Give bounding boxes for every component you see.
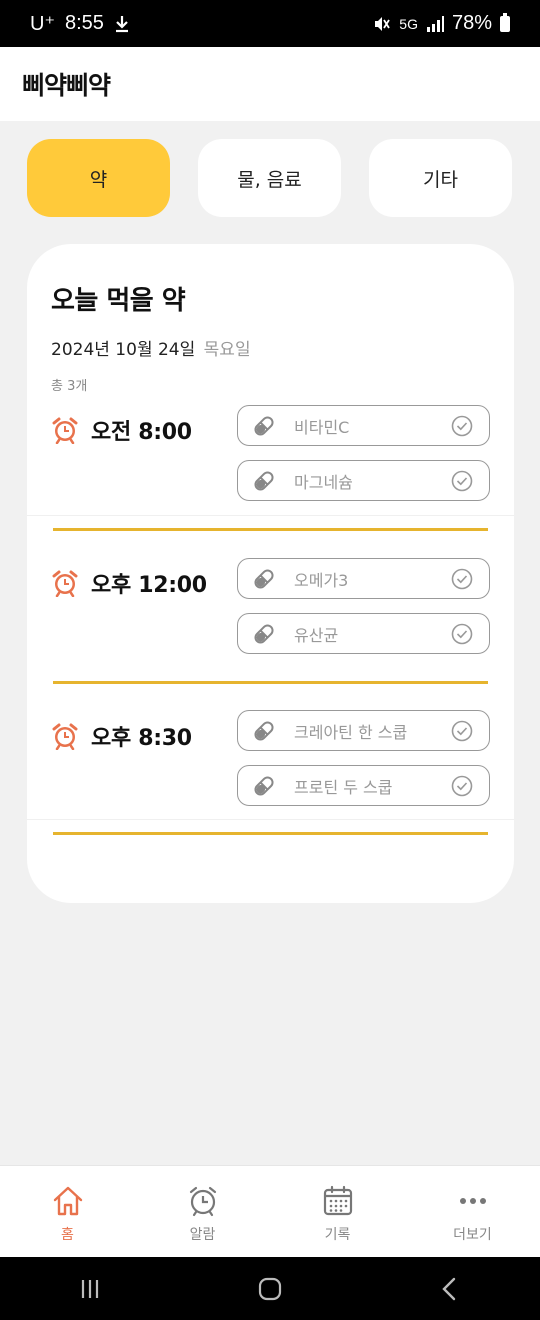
- medicine-item[interactable]: 오메가3: [237, 558, 490, 599]
- clock-time: 8:55: [65, 12, 104, 34]
- carrier-label: U⁺: [30, 13, 55, 35]
- nav-label: 알람: [189, 1227, 216, 1243]
- nav-label: 기록: [324, 1227, 351, 1243]
- slot-time: 오후 8:30: [51, 720, 192, 752]
- slot-time-label: 오후 12:00: [91, 573, 207, 598]
- slot-divider: [53, 832, 488, 835]
- status-bar: U⁺ 8:55 5G 78%: [0, 0, 540, 47]
- medicine-item[interactable]: 크레아틴 한 스쿱: [237, 710, 490, 751]
- medicine-name: 오메가3: [294, 570, 349, 590]
- date-text: 2024년 10월 24일: [51, 340, 196, 360]
- app-header: 삐약삐약: [0, 47, 540, 121]
- pill-icon: [254, 568, 274, 589]
- alarm-clock-icon: [52, 723, 78, 750]
- medicine-item[interactable]: 유산균: [237, 613, 490, 654]
- home-button-icon[interactable]: [255, 1274, 285, 1304]
- nav-records[interactable]: 기록: [270, 1166, 405, 1257]
- alarm-clock-icon: [52, 570, 78, 597]
- check-circle-icon[interactable]: [451, 470, 473, 492]
- medicine-item[interactable]: 마그네슘: [237, 460, 490, 501]
- medicine-name: 마그네슘: [294, 472, 353, 492]
- today-medicine-card: 오늘 먹을 약 2024년 10월 24일 목요일 총 3개 오전 8:00 비…: [27, 244, 514, 903]
- medicine-name: 유산균: [294, 625, 339, 645]
- slot-time: 오전 8:00: [51, 414, 192, 446]
- battery-icon: [500, 12, 510, 32]
- nav-label: 더보기: [453, 1227, 492, 1243]
- check-circle-icon[interactable]: [451, 623, 473, 645]
- nav-alarm[interactable]: 알람: [135, 1166, 270, 1257]
- divider: [27, 515, 514, 516]
- network-type: 5G: [399, 15, 418, 32]
- system-nav-bar: [0, 1257, 540, 1320]
- slot-divider: [53, 528, 488, 531]
- check-circle-icon[interactable]: [451, 720, 473, 742]
- status-right: 5G 78%: [373, 12, 510, 35]
- medicine-item[interactable]: 프로틴 두 스쿱: [237, 765, 490, 806]
- category-tabs: 약 물, 음료 기타: [27, 139, 513, 217]
- back-icon[interactable]: [435, 1274, 465, 1304]
- nav-more[interactable]: 더보기: [405, 1166, 540, 1257]
- item-count: 총 3개: [51, 379, 88, 394]
- slot-time: 오후 12:00: [51, 567, 207, 599]
- more-dots-icon: [459, 1198, 486, 1204]
- download-icon: [115, 15, 128, 32]
- mute-icon: [375, 16, 391, 31]
- slot-time-label: 오전 8:00: [91, 420, 192, 445]
- card-date: 2024년 10월 24일 목요일: [51, 335, 251, 360]
- nav-label: 홈: [61, 1227, 74, 1243]
- calendar-icon: [323, 1185, 352, 1216]
- pill-icon: [254, 623, 274, 644]
- home-icon: [53, 1186, 82, 1216]
- battery-percentage: 78%: [451, 12, 492, 34]
- bottom-nav: 홈 알람 기록 더보기: [0, 1165, 540, 1257]
- status-left: U⁺ 8:55: [30, 11, 130, 36]
- medicine-name: 비타민C: [294, 417, 350, 437]
- medicine-name: 크레아틴 한 스쿱: [294, 722, 408, 742]
- card-title: 오늘 먹을 약: [51, 286, 186, 316]
- check-circle-icon[interactable]: [451, 775, 473, 797]
- signal-icon: [426, 15, 444, 32]
- pill-icon: [254, 470, 274, 491]
- slot-divider: [53, 681, 488, 684]
- check-circle-icon[interactable]: [451, 415, 473, 437]
- pill-icon: [254, 720, 274, 741]
- check-circle-icon[interactable]: [451, 568, 473, 590]
- alarm-clock-icon: [52, 417, 78, 444]
- weekday-text: 목요일: [203, 340, 251, 360]
- divider: [27, 819, 514, 820]
- app-title: 삐약삐약: [22, 71, 111, 100]
- medicine-item[interactable]: 비타민C: [237, 405, 490, 446]
- tab-etc[interactable]: 기타: [369, 139, 512, 217]
- alarm-clock-icon: [189, 1186, 216, 1217]
- pill-icon: [254, 775, 274, 796]
- pill-icon: [254, 415, 274, 436]
- tab-water-drink[interactable]: 물, 음료: [198, 139, 341, 217]
- tab-medicine[interactable]: 약: [27, 139, 170, 217]
- recent-apps-icon[interactable]: [75, 1274, 105, 1304]
- slot-time-label: 오후 8:30: [91, 726, 192, 751]
- medicine-name: 프로틴 두 스쿱: [294, 777, 393, 797]
- nav-home[interactable]: 홈: [0, 1166, 135, 1257]
